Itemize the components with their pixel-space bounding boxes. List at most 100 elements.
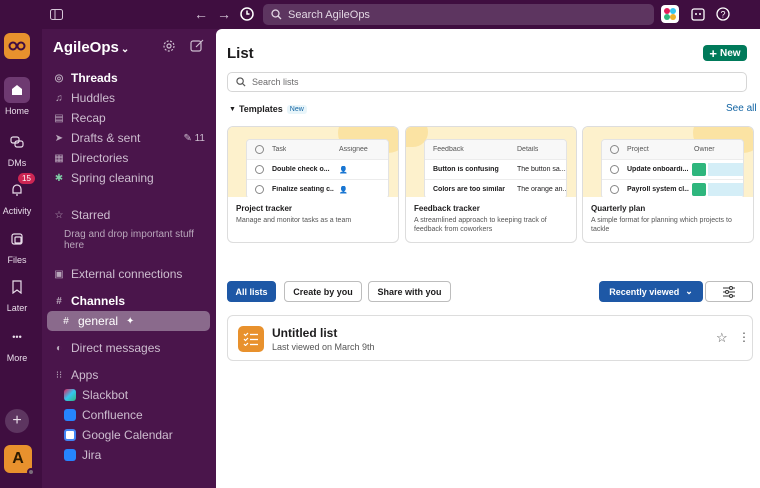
app-launcher-icon[interactable]	[661, 5, 679, 23]
hash-box-icon: #	[56, 295, 62, 307]
radio-icon	[255, 185, 264, 194]
see-all-link[interactable]: See all	[726, 103, 757, 114]
new-list-button[interactable]: + New	[703, 45, 747, 61]
card-description: A simple format for planning which proje…	[591, 217, 732, 233]
search-icon	[271, 9, 282, 20]
section-label: Channels	[71, 294, 126, 308]
workspace-name[interactable]: AgileOps ⌄	[53, 39, 129, 56]
new-badge: New	[286, 104, 307, 114]
filter-shared-with-you[interactable]: Share with you	[368, 281, 451, 302]
new-button-label: New	[720, 47, 741, 59]
sidebar-item-drafts[interactable]: ➤ Drafts & sent ✎ 11	[53, 128, 209, 148]
sparkle-icon: ✦	[126, 315, 135, 327]
sidebar-item-label: Recap	[71, 111, 106, 125]
add-workspace-button[interactable]: +	[5, 409, 29, 433]
home-icon	[4, 77, 30, 103]
more-vertical-icon[interactable]: ⋮	[738, 330, 750, 344]
search-icon	[236, 77, 246, 87]
template-preview: Task Assignee Double check o... 👤 Finali…	[228, 127, 398, 197]
sidebar-item-spring-cleaning[interactable]: ✱ Spring cleaning	[53, 168, 209, 188]
filter-settings-button[interactable]	[705, 281, 753, 302]
back-arrow-icon[interactable]: ←	[192, 5, 210, 23]
forward-arrow-icon[interactable]: →	[215, 5, 233, 23]
preview-cell: Button is confusing	[433, 166, 499, 173]
section-channels[interactable]: # Channels	[53, 291, 209, 311]
check-circle-icon	[610, 145, 619, 154]
section-apps[interactable]: ⁝⁝ Apps	[53, 365, 209, 385]
checklist-icon	[238, 326, 264, 352]
rail-dms[interactable]: DMs	[0, 129, 34, 168]
app-item-jira[interactable]: Jira	[64, 445, 209, 465]
apps-grid-icon: ⁝⁝	[55, 369, 63, 381]
preview-row: Double check o... 👤	[247, 160, 388, 180]
person-icon: 👤	[339, 187, 348, 194]
app-item-slackbot[interactable]: Slackbot	[64, 385, 209, 405]
confluence-icon	[64, 409, 76, 421]
template-card-project-tracker[interactable]: Task Assignee Double check o... 👤 Finali…	[227, 126, 399, 243]
template-card-feedback-tracker[interactable]: Feedback Details Button is confusing The…	[405, 126, 577, 243]
star-icon: ☆	[54, 209, 64, 221]
rail-label: More	[6, 353, 28, 363]
top-bar: ← → Search AgileOps ?	[0, 0, 760, 29]
preview-row: Colors are too similar The orange an...	[425, 180, 566, 197]
user-avatar[interactable]: A	[4, 445, 35, 476]
sort-dropdown[interactable]: Recently viewed ⌄	[599, 281, 703, 302]
sidebar-item-label: Drafts & sent	[71, 131, 141, 145]
template-card-quarterly-plan[interactable]: Project Owner Update onboardi... Payroll…	[582, 126, 754, 243]
app-item-confluence[interactable]: Confluence	[64, 405, 209, 425]
app-label: Slackbot	[82, 388, 129, 402]
template-preview: Feedback Details Button is confusing The…	[406, 127, 576, 197]
check-circle-icon	[255, 145, 264, 154]
sidebar-item-recap[interactable]: ▤ Recap	[53, 108, 209, 128]
sidebar-item-huddles[interactable]: ♫ Huddles	[53, 88, 209, 108]
owner-avatar	[692, 163, 706, 176]
page-title: List	[227, 45, 254, 62]
global-search-input[interactable]: Search AgileOps	[263, 4, 654, 25]
rail-later[interactable]: Later	[0, 274, 34, 313]
list-search-input[interactable]: Search lists	[227, 72, 747, 92]
caret-down-icon: ▼	[229, 105, 236, 113]
preview-col: Task	[272, 146, 287, 153]
filter-created-by-you[interactable]: Create by you	[284, 281, 362, 302]
sidebar-item-directories[interactable]: ▦ Directories	[53, 148, 209, 168]
workspace-name-label: AgileOps	[53, 39, 119, 56]
send-icon: ➤	[54, 132, 64, 144]
rail-label: Activity	[2, 206, 32, 216]
drafts-count: ✎ 11	[183, 132, 205, 144]
app-label: Jira	[82, 448, 102, 462]
sidebar-item-external-connections[interactable]: ▣ External connections	[53, 264, 209, 284]
rail-more[interactable]: ••• More	[0, 324, 34, 363]
star-icon[interactable]: ☆	[716, 330, 728, 346]
card-title: Quarterly plan	[591, 204, 646, 213]
workspace-logo[interactable]	[4, 33, 30, 59]
section-starred[interactable]: ☆ Starred	[53, 205, 209, 225]
list-item[interactable]: Untitled list Last viewed on March 9th ☆…	[227, 315, 753, 361]
preview-col: Project	[627, 146, 649, 153]
preview-row: Update onboardi...	[602, 160, 743, 180]
rail-files[interactable]: Files	[0, 226, 34, 265]
sidebar-item-label: Huddles	[71, 91, 116, 105]
list-name: Untitled list	[272, 326, 338, 340]
radio-icon	[610, 165, 619, 174]
section-direct-messages[interactable]: ◐ Direct messages	[53, 338, 209, 358]
sidebar-item-general[interactable]: # general ✦	[47, 311, 210, 331]
workspace-rail: Home DMs Activity 15 Files Later ••• Mor…	[0, 29, 42, 488]
templates-label: Templates	[238, 104, 283, 114]
rail-home[interactable]: Home	[0, 77, 34, 116]
settings-gear-icon[interactable]	[162, 39, 178, 55]
sidebar-item-threads[interactable]: ◎ Threads	[53, 68, 209, 88]
canvas-icon[interactable]	[689, 5, 707, 23]
app-item-google-calendar[interactable]: Google Calendar	[64, 425, 209, 445]
history-icon[interactable]	[238, 5, 256, 23]
app-label: Confluence	[82, 408, 143, 422]
templates-toggle[interactable]: ▼ Templates New	[229, 104, 307, 114]
filter-all-lists[interactable]: All lists	[227, 281, 276, 302]
app-label: Google Calendar	[82, 428, 173, 442]
compose-icon[interactable]	[190, 39, 206, 55]
preview-row: Payroll system cl...	[602, 180, 743, 197]
sidebar-toggle-icon[interactable]	[47, 5, 65, 23]
list-search-placeholder: Search lists	[252, 77, 299, 87]
help-icon[interactable]: ?	[714, 5, 732, 23]
sidebar-item-label: general	[78, 314, 119, 328]
preview-cell: Colors are too similar	[433, 186, 505, 193]
